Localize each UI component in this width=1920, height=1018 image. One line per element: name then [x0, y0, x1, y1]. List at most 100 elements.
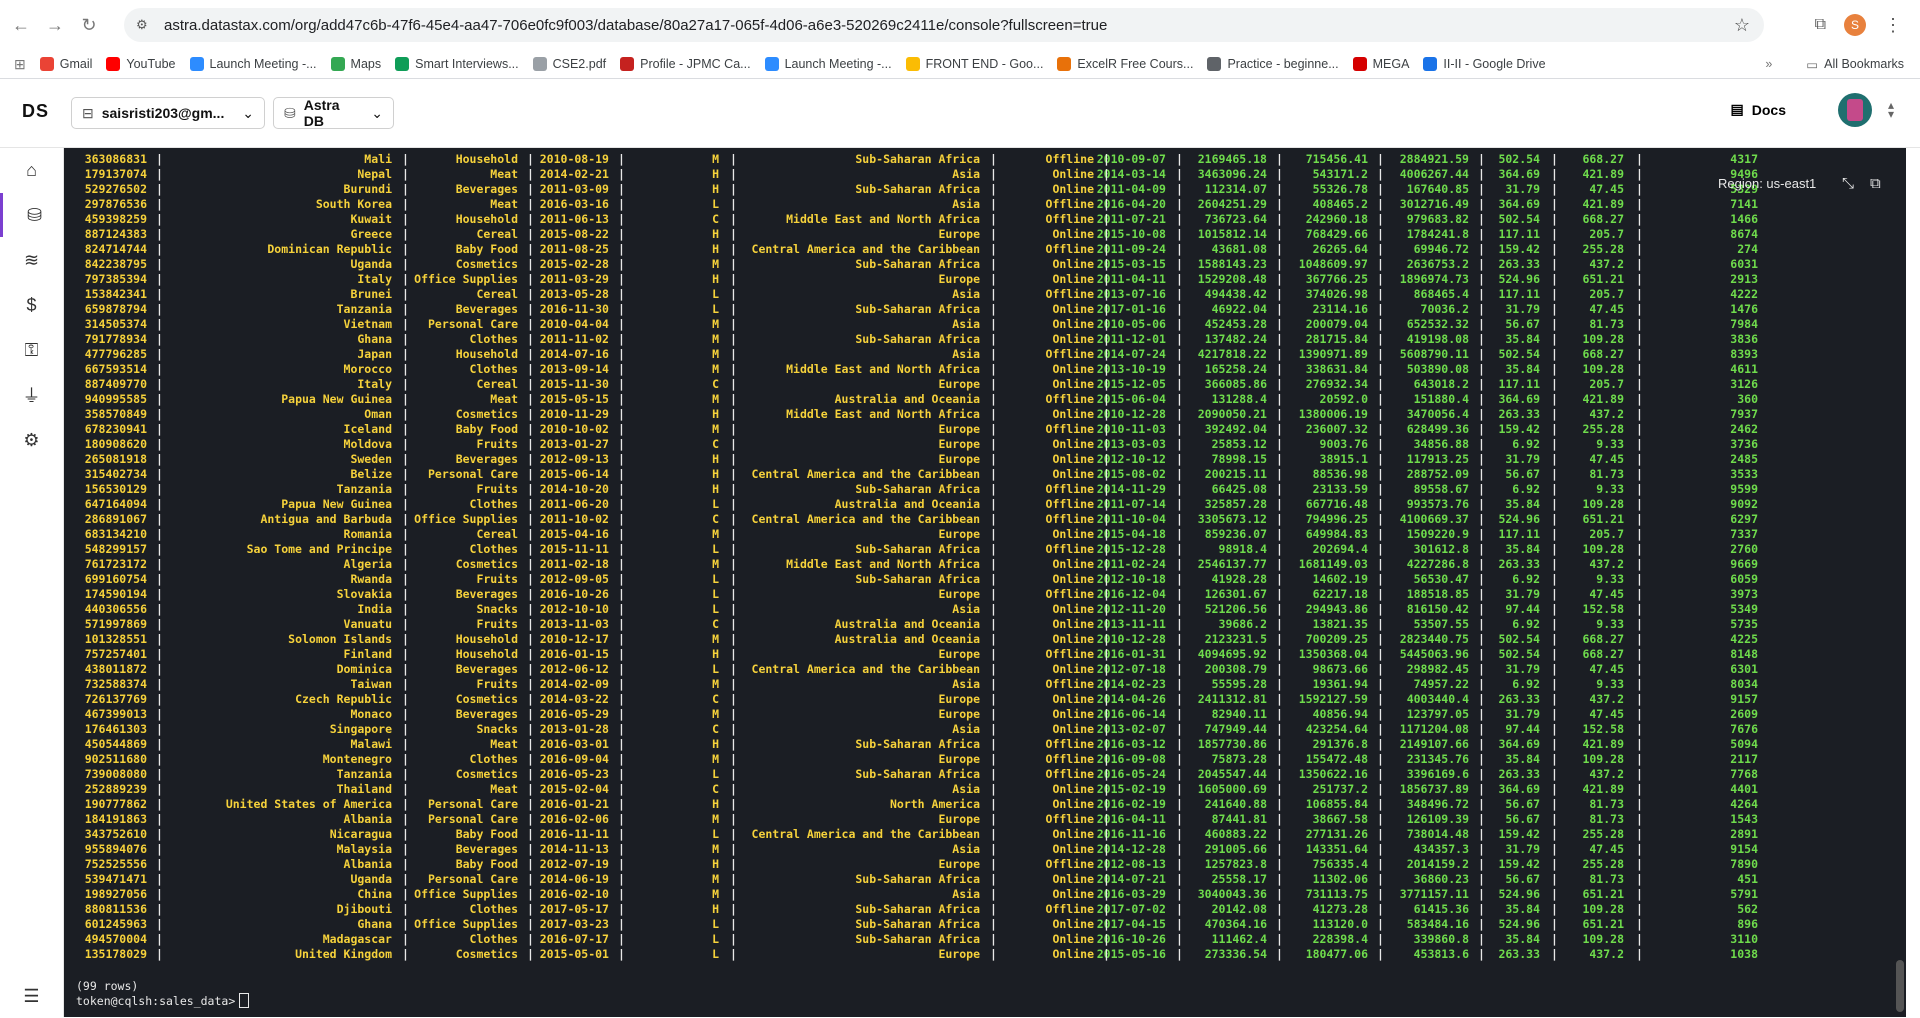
bookmark-item[interactable]: II-II - Google Drive [1423, 57, 1546, 71]
column-separator: | [402, 782, 409, 796]
product-selector[interactable]: ⛁ Astra DB ⌄ [273, 97, 394, 129]
menu-icon[interactable]: ⋮ [1884, 15, 1902, 36]
bookmark-item[interactable]: Profile - JPMC Ca... [620, 57, 751, 71]
settings-gear-icon[interactable]: ⚙ [0, 418, 63, 462]
cell-order-date: 2016-03-16 [539, 197, 609, 211]
cell-unit-cost: 159.42 [1498, 827, 1540, 841]
reload-icon[interactable]: ↻ [76, 12, 102, 38]
back-icon[interactable]: ← [8, 12, 34, 38]
bookmark-item[interactable]: Launch Meeting -... [764, 57, 892, 71]
cell-total-profit: 419198.08 [1406, 332, 1469, 346]
column-separator: | [1551, 917, 1558, 931]
table-row: 752525556 Albania Baby Food 2012-07-19 H Euro… [64, 857, 1906, 872]
url-text[interactable]: astra.datastax.com/org/add47c6b-47f6-45e… [164, 17, 1107, 34]
more-bookmarks-icon[interactable]: » [1765, 57, 1772, 71]
column-separator: | [1276, 767, 1283, 781]
exit-fullscreen-icon[interactable]: ⤡ [1842, 175, 1854, 192]
column-separator: | [527, 362, 534, 376]
databases-icon[interactable]: ⛁ [0, 193, 66, 237]
column-separator: | [1176, 947, 1183, 961]
extensions-icon[interactable]: ⧉ [1815, 16, 1826, 34]
column-separator: | [1551, 182, 1558, 196]
cell-unit-cost: 159.42 [1498, 857, 1540, 871]
cell-item-type: Beverages [455, 452, 518, 466]
org-selector[interactable]: ⊟ saisristi203@gm... ⌄ [71, 97, 265, 129]
apps-icon[interactable]: ⊞ [14, 56, 26, 73]
account-switch-icon[interactable]: ▴ ▾ [1888, 99, 1894, 120]
cell-order-id: 761723172 [84, 557, 147, 571]
column-separator: | [1176, 167, 1183, 181]
column-separator: | [1377, 512, 1384, 526]
bookmark-item[interactable]: Smart Interviews... [395, 57, 519, 71]
bookmark-label: Smart Interviews... [415, 57, 519, 71]
cell-total-profit: 738014.48 [1406, 827, 1469, 841]
bookmark-item[interactable]: Gmail [39, 57, 92, 71]
forward-icon[interactable]: → [42, 12, 68, 38]
cell-country: China [357, 887, 392, 901]
bookmark-item[interactable]: MEGA [1352, 57, 1409, 71]
cursor[interactable] [239, 993, 250, 1008]
bookmark-item[interactable]: ExcelR Free Cours... [1057, 57, 1193, 71]
bookmark-item[interactable]: Launch Meeting -... [189, 57, 317, 71]
cell-order-id: 358570849 [84, 407, 147, 421]
column-separator: | [1276, 617, 1283, 631]
docs-link[interactable]: ▤ Docs [1731, 101, 1786, 118]
table-row: 955894076 Malaysia Beverages 2014-11-13 M Asi… [64, 842, 1906, 857]
bookmark-star-icon[interactable]: ☆ [1734, 15, 1750, 36]
column-separator: | [527, 437, 534, 451]
column-separator: | [402, 692, 409, 706]
cql-prompt-line[interactable]: token@cqlsh:sales_data> [76, 993, 250, 1008]
cell-sales-channel: Online [1052, 887, 1094, 901]
bookmark-item[interactable]: Practice - beginne... [1207, 57, 1339, 71]
user-avatar[interactable] [1838, 93, 1872, 127]
tokens-key-icon[interactable]: ⚿ [0, 328, 63, 372]
cell-units-sold: 3533 [1730, 467, 1758, 481]
bookmark-item[interactable]: Maps [330, 57, 381, 71]
cell-item-type: Household [455, 152, 518, 166]
column-separator: | [1478, 467, 1485, 481]
column-separator: | [990, 482, 997, 496]
table-row: 797385394 Italy Office Supplies 2011-03-29 H… [64, 272, 1906, 287]
cell-order-id: 450544869 [84, 737, 147, 751]
cell-order-date: 2016-05-29 [539, 707, 609, 721]
column-separator: | [730, 152, 737, 166]
home-icon[interactable]: ⌂ [0, 148, 63, 192]
bookmark-item[interactable]: YouTube [106, 57, 176, 71]
cell-sales-channel: Offline [1045, 737, 1094, 751]
column-separator: | [730, 197, 737, 211]
column-separator: | [1478, 887, 1485, 901]
bookmark-item[interactable]: CSE2.pdf [532, 57, 606, 71]
column-separator: | [1636, 782, 1643, 796]
open-new-window-icon[interactable]: ⧉ [1870, 175, 1881, 192]
billing-icon[interactable]: $ [0, 283, 63, 327]
column-separator: | [1551, 782, 1558, 796]
column-separator: | [618, 677, 625, 691]
cell-country: Japan [357, 347, 392, 361]
cell-unit-cost: 56.67 [1505, 872, 1540, 886]
cql-console[interactable]: 363086831 Mali Household 2010-08-19 M Sub-Sah… [64, 148, 1906, 1017]
console-scrollbar[interactable] [1896, 960, 1904, 1012]
column-separator: | [1551, 722, 1558, 736]
all-bookmarks[interactable]: ▭ All Bookmarks [1806, 57, 1904, 72]
cell-unit-cost: 364.69 [1498, 782, 1540, 796]
column-separator: | [618, 332, 625, 346]
integrations-plug-icon[interactable]: ⏚ [0, 373, 63, 417]
cell-units-sold: 4317 [1730, 152, 1758, 166]
profile-avatar[interactable]: S [1844, 14, 1866, 36]
bookmark-item[interactable]: FRONT END - Goo... [905, 57, 1043, 71]
ds-logo[interactable]: DS [22, 101, 49, 122]
streaming-icon[interactable]: ≋ [0, 238, 63, 282]
cell-order-id: 732588374 [84, 677, 147, 691]
cell-unit-price: 9.33 [1596, 437, 1624, 451]
cell-order-id: 315402734 [84, 467, 147, 481]
table-row: 156530129 Tanzania Fruits 2014-10-20 H Sub-Sa… [64, 482, 1906, 497]
query-results: 363086831 Mali Household 2010-08-19 M Sub-Sah… [64, 152, 1906, 962]
cell-unit-price: 81.73 [1589, 797, 1624, 811]
cell-item-type: Fruits [476, 677, 518, 691]
column-separator: | [618, 392, 625, 406]
site-settings-icon[interactable]: ⚙ [136, 17, 156, 33]
expand-menu-icon[interactable]: ☰ [0, 974, 63, 1018]
column-separator: | [1176, 362, 1183, 376]
address-bar[interactable]: ⚙ astra.datastax.com/org/add47c6b-47f6-4… [124, 8, 1764, 42]
column-separator: | [402, 317, 409, 331]
